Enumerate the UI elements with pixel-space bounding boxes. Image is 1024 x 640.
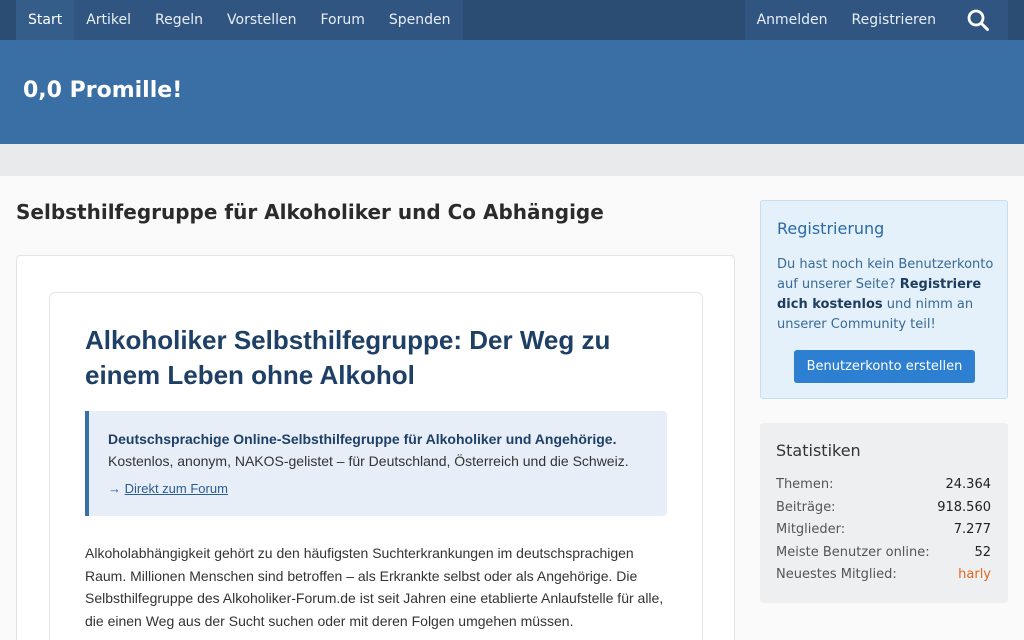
stat-label: Mitglieder: (776, 522, 846, 537)
arrow-right-icon: → (108, 481, 121, 496)
article-title: Alkoholiker Selbsthilfegruppe: Der Weg z… (85, 325, 611, 390)
stat-row: Meiste Benutzer online: 52 (776, 545, 991, 568)
callout-text: Kostenlos, anonym, NAKOS-gelistet – für … (108, 453, 629, 469)
stat-label: Neuestes Mitglied: (776, 567, 897, 582)
newest-member-link[interactable]: harly (958, 567, 991, 590)
main-nav: Start Artikel Regeln Vorstellen Forum Sp… (16, 0, 463, 40)
stat-value: 52 (974, 544, 991, 560)
registration-box: Registrierung Du hast noch kein Benutzer… (760, 200, 1008, 399)
page-title: Selbsthilfegruppe für Alkoholiker und Co… (16, 200, 604, 224)
stat-value: 7.277 (953, 522, 991, 537)
registration-text: Du hast noch kein Benutzerkonto auf unse… (777, 255, 997, 335)
statistics-box: Statistiken Themen: 24.364 Beiträge: 918… (760, 423, 1008, 603)
create-account-button[interactable]: Benutzerkonto erstellen (794, 350, 975, 383)
statistics-list: Themen: 24.364 Beiträge: 918.560 Mitglie… (776, 477, 991, 590)
forum-link[interactable]: Direkt zum Forum (125, 481, 228, 496)
intro-paragraph: Alkoholabhängigkeit gehört zu den häufig… (85, 545, 664, 629)
stat-value: 918.560 (937, 499, 991, 515)
nav-start[interactable]: Start (16, 0, 75, 40)
statistics-title: Statistiken (776, 441, 861, 460)
registration-title: Registrierung (777, 219, 885, 238)
register-link[interactable]: Registrieren (840, 0, 948, 40)
login-link[interactable]: Anmelden (745, 0, 840, 40)
nav-regeln[interactable]: Regeln (143, 0, 215, 40)
account-nav: Anmelden Registrieren (744, 0, 1008, 40)
stat-row: Themen: 24.364 (776, 477, 991, 500)
callout-link-row: → Direkt zum Forum (108, 481, 667, 496)
callout-headline: Deutschsprachige Online-Selbsthilfegrupp… (108, 431, 617, 447)
stat-row: Mitglieder: 7.277 (776, 522, 991, 545)
search-icon[interactable] (948, 0, 1008, 40)
stat-label: Meiste Benutzer online: (776, 544, 930, 560)
header-banner: 0,0 Promille! (0, 40, 1024, 144)
nav-spenden[interactable]: Spenden (377, 0, 463, 40)
site-title[interactable]: 0,0 Promille! (23, 78, 182, 103)
nav-forum[interactable]: Forum (309, 0, 377, 40)
stat-value: 24.364 (945, 477, 992, 492)
stat-row: Neuestes Mitglied: harly (776, 567, 991, 590)
sub-navigation-bar (0, 144, 1024, 176)
stat-label: Themen: (776, 477, 834, 492)
top-navigation: Start Artikel Regeln Vorstellen Forum Sp… (0, 0, 1024, 40)
stat-row: Beiträge: 918.560 (776, 500, 991, 523)
nav-artikel[interactable]: Artikel (74, 0, 143, 40)
stat-label: Beiträge: (776, 499, 836, 515)
info-callout: Deutschsprachige Online-Selbsthilfegrupp… (85, 411, 667, 516)
nav-vorstellen[interactable]: Vorstellen (215, 0, 308, 40)
